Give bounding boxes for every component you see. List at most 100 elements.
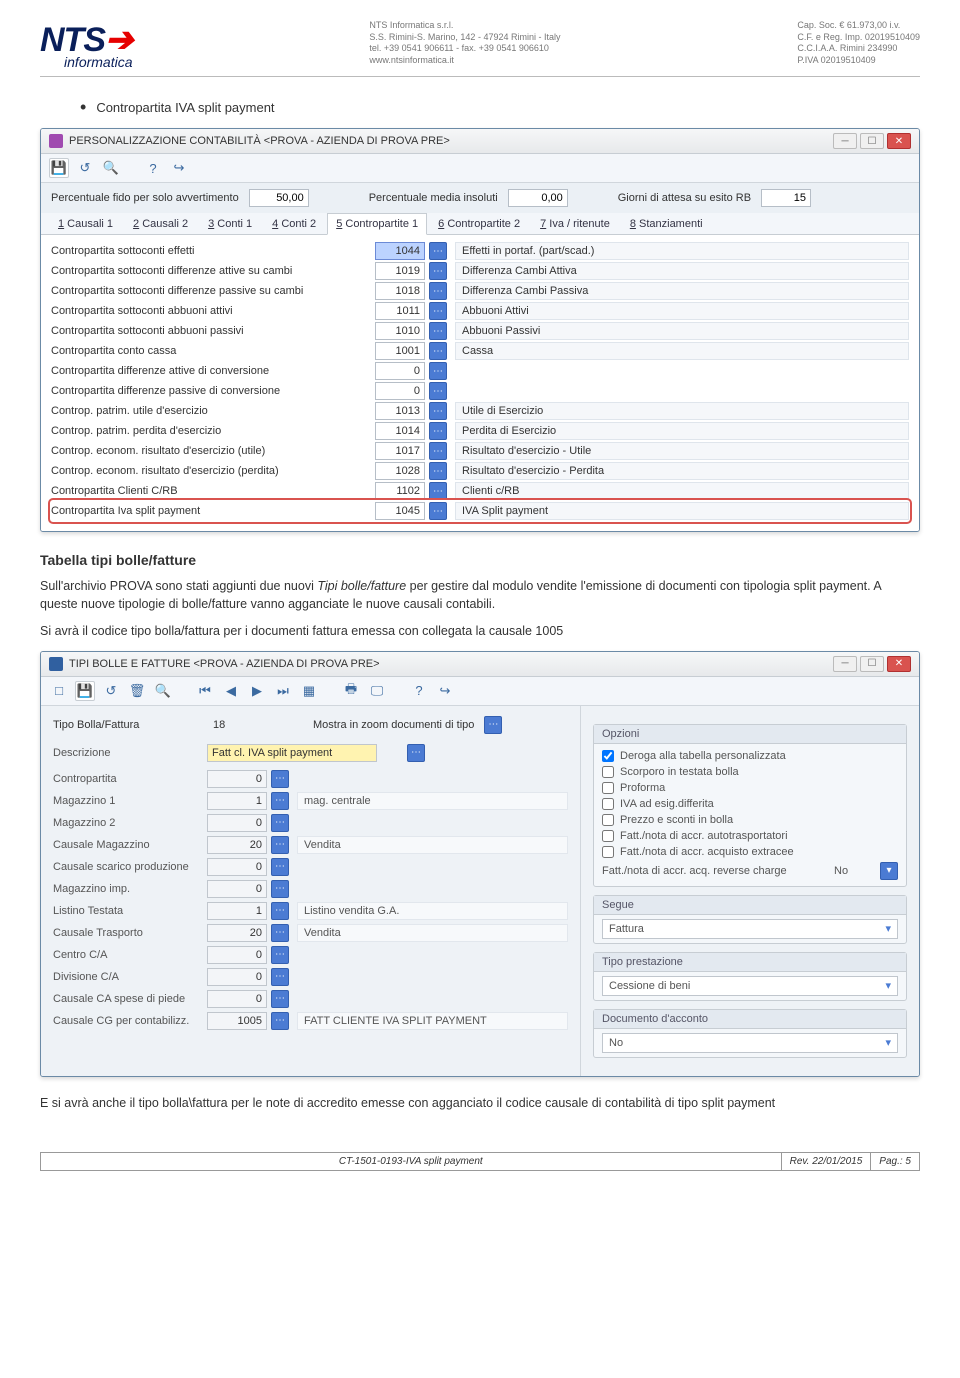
maximize-button[interactable]: ☐ xyxy=(860,656,884,672)
exit-icon[interactable]: ↪ xyxy=(435,681,455,701)
lookup-button[interactable]: ⋯ xyxy=(271,946,289,964)
lookup-button[interactable]: ⋯ xyxy=(429,362,447,380)
lookup-button[interactable]: ⋯ xyxy=(271,968,289,986)
code-input[interactable]: 1014 xyxy=(375,422,425,440)
search-icon[interactable]: 🔍 xyxy=(101,158,121,178)
lookup-button[interactable]: ⋯ xyxy=(271,1012,289,1030)
code-input[interactable]: 0 xyxy=(375,362,425,380)
field-value[interactable]: 0 xyxy=(207,814,267,832)
lookup-button[interactable]: ⋯ xyxy=(429,402,447,420)
code-input[interactable]: 1013 xyxy=(375,402,425,420)
code-input[interactable]: 1102 xyxy=(375,482,425,500)
code-input[interactable]: 1011 xyxy=(375,302,425,320)
code-input[interactable]: 1017 xyxy=(375,442,425,460)
prev-icon[interactable]: ◀ xyxy=(221,681,241,701)
tab-1[interactable]: 2 Causali 2 xyxy=(124,213,197,234)
screen-icon[interactable]: 🖵 xyxy=(367,681,387,701)
grid-icon[interactable]: ▦ xyxy=(299,681,319,701)
lookup-button[interactable]: ⋯ xyxy=(271,858,289,876)
help-icon[interactable]: ? xyxy=(143,158,163,178)
option-checkbox[interactable]: IVA ad esig.differita xyxy=(602,796,898,812)
print-icon[interactable]: 🖶 xyxy=(341,681,361,701)
option-checkbox[interactable]: Fatt./nota di accr. autotrasportatori xyxy=(602,828,898,844)
save-icon[interactable]: 💾 xyxy=(75,681,95,701)
dropdown-button[interactable]: ▾ xyxy=(880,862,898,880)
undo-icon[interactable]: ↺ xyxy=(75,158,95,178)
field-value[interactable]: 0 xyxy=(207,968,267,986)
lookup-button[interactable]: ⋯ xyxy=(429,482,447,500)
tab-0[interactable]: 1 Causali 1 xyxy=(49,213,122,234)
close-button[interactable]: ✕ xyxy=(887,656,911,672)
option-checkbox[interactable]: Deroga alla tabella personalizzata xyxy=(602,748,898,764)
search-icon[interactable]: 🔍 xyxy=(153,681,173,701)
field-value[interactable]: 1 xyxy=(207,902,267,920)
lookup-button[interactable]: ⋯ xyxy=(429,502,447,520)
select-doc-acconto[interactable]: No▾ xyxy=(602,1033,898,1053)
tab-6[interactable]: 7 Iva / ritenute xyxy=(531,213,619,234)
lookup-button[interactable]: ⋯ xyxy=(429,422,447,440)
tab-4[interactable]: 5 Contropartite 1 xyxy=(327,213,427,235)
select-segue[interactable]: Fattura▾ xyxy=(602,919,898,939)
select-tipo-prestazione[interactable]: Cessione di beni▾ xyxy=(602,976,898,996)
checkbox[interactable] xyxy=(602,846,614,858)
field-value[interactable]: 20 xyxy=(207,924,267,942)
code-input[interactable]: 1001 xyxy=(375,342,425,360)
checkbox[interactable] xyxy=(602,750,614,762)
first-icon[interactable]: ⏮ xyxy=(195,681,215,701)
lookup-button[interactable]: ⋯ xyxy=(271,792,289,810)
tab-7[interactable]: 8 Stanziamenti xyxy=(621,213,712,234)
option-checkbox[interactable]: Prezzo e sconti in bolla xyxy=(602,812,898,828)
field-value[interactable]: 1005 xyxy=(207,1012,267,1030)
lookup-button[interactable]: ⋯ xyxy=(271,770,289,788)
val-tipo-bolla[interactable]: 18 xyxy=(213,719,273,731)
checkbox[interactable] xyxy=(602,798,614,810)
lookup-button[interactable]: ⋯ xyxy=(429,462,447,480)
delete-icon[interactable]: 🗑 xyxy=(127,681,147,701)
lookup-button[interactable]: ⋯ xyxy=(429,242,447,260)
checkbox[interactable] xyxy=(602,814,614,826)
option-checkbox[interactable]: Proforma xyxy=(602,780,898,796)
minimize-button[interactable]: ─ xyxy=(833,656,857,672)
maximize-button[interactable]: ☐ xyxy=(860,133,884,149)
tab-2[interactable]: 3 Conti 1 xyxy=(199,213,261,234)
code-input[interactable]: 1018 xyxy=(375,282,425,300)
code-input[interactable]: 1044 xyxy=(375,242,425,260)
lookup-button[interactable]: ⋯ xyxy=(271,990,289,1008)
option-checkbox[interactable]: Fatt./nota di accr. acquisto extracee xyxy=(602,844,898,860)
input-perc-insoluti[interactable] xyxy=(508,189,568,207)
tab-3[interactable]: 4 Conti 2 xyxy=(263,213,325,234)
last-icon[interactable]: ⏭ xyxy=(273,681,293,701)
field-value[interactable]: 0 xyxy=(207,990,267,1008)
lookup-button[interactable]: ⋯ xyxy=(484,716,502,734)
field-value[interactable]: 20 xyxy=(207,836,267,854)
field-value[interactable]: 0 xyxy=(207,946,267,964)
code-input[interactable]: 1045 xyxy=(375,502,425,520)
lookup-button[interactable]: ⋯ xyxy=(271,836,289,854)
lookup-button[interactable]: ⋯ xyxy=(429,262,447,280)
lookup-button[interactable]: ⋯ xyxy=(407,744,425,762)
lookup-button[interactable]: ⋯ xyxy=(429,322,447,340)
help-icon[interactable]: ? xyxy=(409,681,429,701)
field-value[interactable]: Fatt cl. IVA split payment xyxy=(207,744,377,762)
field-value[interactable]: 0 xyxy=(207,770,267,788)
lookup-button[interactable]: ⋯ xyxy=(429,342,447,360)
checkbox[interactable] xyxy=(602,830,614,842)
lookup-button[interactable]: ⋯ xyxy=(271,880,289,898)
save-icon[interactable]: 💾 xyxy=(49,158,69,178)
option-checkbox[interactable]: Scorporo in testata bolla xyxy=(602,764,898,780)
lookup-button[interactable]: ⋯ xyxy=(429,442,447,460)
input-perc-fido[interactable] xyxy=(249,189,309,207)
field-value[interactable]: 0 xyxy=(207,880,267,898)
field-value[interactable]: 0 xyxy=(207,858,267,876)
lookup-button[interactable]: ⋯ xyxy=(271,924,289,942)
tab-5[interactable]: 6 Contropartite 2 xyxy=(429,213,529,234)
input-giorni-rb[interactable] xyxy=(761,189,811,207)
field-value[interactable]: 1 xyxy=(207,792,267,810)
exit-icon[interactable]: ↪ xyxy=(169,158,189,178)
lookup-button[interactable]: ⋯ xyxy=(271,902,289,920)
code-input[interactable]: 1010 xyxy=(375,322,425,340)
code-input[interactable]: 1028 xyxy=(375,462,425,480)
lookup-button[interactable]: ⋯ xyxy=(429,302,447,320)
checkbox[interactable] xyxy=(602,766,614,778)
lookup-button[interactable]: ⋯ xyxy=(429,382,447,400)
